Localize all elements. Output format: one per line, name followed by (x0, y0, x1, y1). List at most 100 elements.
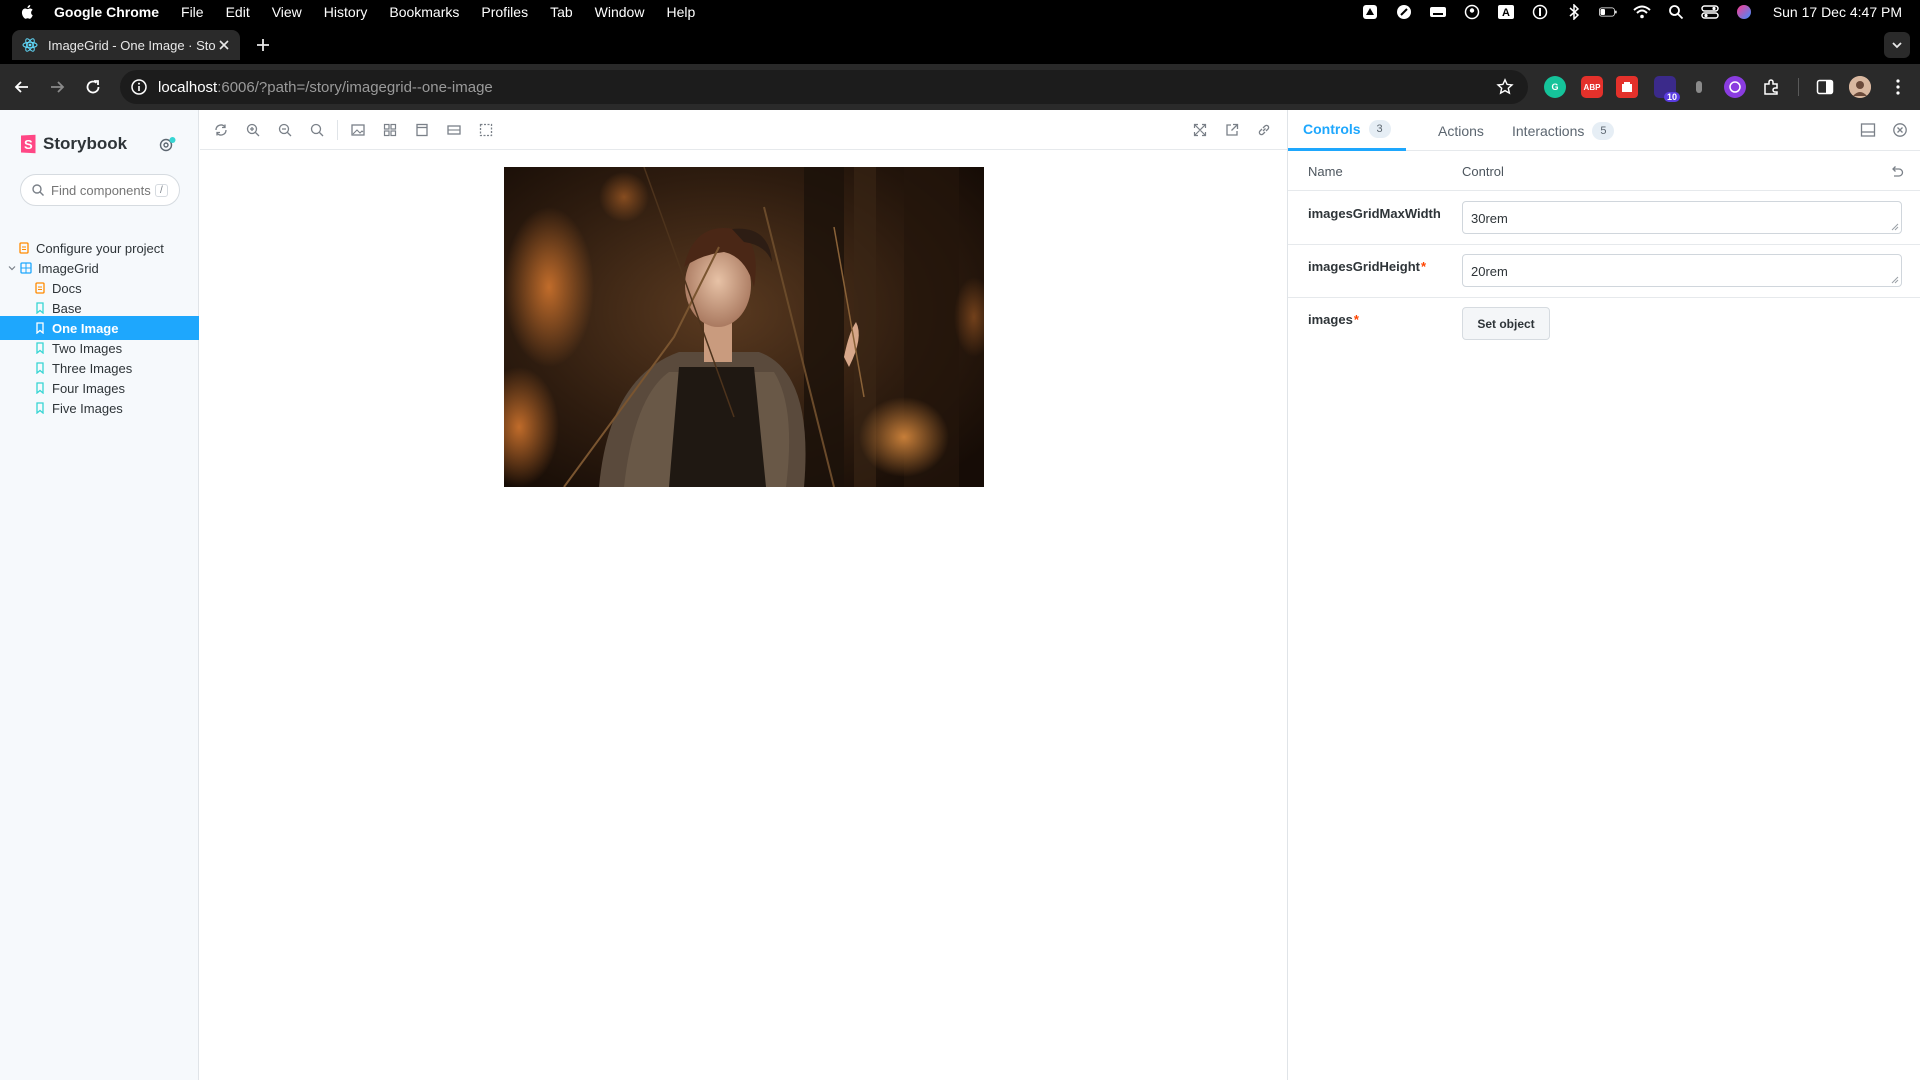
photo-icon (351, 124, 365, 136)
brand-name: Storybook (43, 134, 128, 153)
input-source-icon[interactable]: A (1497, 4, 1515, 20)
preview-toolbar (200, 110, 1287, 150)
menu-file[interactable]: File (181, 4, 204, 20)
siri-icon[interactable] (1735, 4, 1753, 20)
required-marker: * (1353, 312, 1359, 327)
arrow-right-icon (51, 81, 65, 93)
zoom-reset-button[interactable] (308, 121, 326, 139)
reload-button[interactable] (83, 77, 103, 97)
tab-controls[interactable]: Controls 3 (1288, 110, 1406, 151)
tab-search-button[interactable] (1884, 32, 1910, 58)
purple-extension-icon[interactable] (1724, 76, 1746, 98)
menu-history[interactable]: History (324, 4, 368, 20)
spotlight-search-icon[interactable] (1667, 4, 1685, 20)
grammarly-extension-icon[interactable]: G (1544, 76, 1566, 98)
url-path: :6006/?path=/story/imagegrid--one-image (217, 78, 493, 96)
wifi-icon[interactable] (1633, 4, 1651, 20)
menu-bookmarks[interactable]: Bookmarks (389, 4, 459, 20)
fullscreen-button[interactable] (1191, 121, 1209, 139)
menu-profiles[interactable]: Profiles (481, 4, 528, 20)
arrow-left-icon (14, 81, 28, 93)
control-center-icon[interactable] (1701, 4, 1719, 20)
close-tab-icon[interactable] (216, 37, 232, 53)
open-new-tab-button[interactable] (1223, 121, 1241, 139)
site-info-icon[interactable] (130, 78, 148, 96)
sidebar-item-label: Three Images (52, 360, 133, 376)
red-extension-icon[interactable] (1616, 76, 1638, 98)
control-row-height: imagesGridHeight* 20rem (1288, 245, 1920, 298)
grey-extension-icon[interactable] (1688, 76, 1710, 98)
controls-table-header: Name Control (1288, 151, 1920, 191)
user-circle-icon[interactable] (1463, 4, 1481, 20)
tab-interactions[interactable]: Interactions 5 (1500, 110, 1626, 151)
ruler-icon (447, 125, 461, 135)
story-canvas (200, 150, 1287, 1080)
password-manager-icon[interactable] (1531, 4, 1549, 20)
profile-avatar[interactable] (1849, 76, 1871, 98)
forward-button[interactable] (47, 77, 67, 97)
sidebar-item-label: Five Images (52, 400, 123, 416)
sidebar-item-five-images[interactable]: Five Images (0, 396, 199, 420)
remount-button[interactable] (212, 121, 230, 139)
menu-window[interactable]: Window (595, 4, 645, 20)
viewport-button[interactable] (413, 121, 431, 139)
bluetooth-icon[interactable] (1565, 4, 1583, 20)
tab-title: ImageGrid - One Image · Sto (48, 37, 216, 53)
reset-controls-icon[interactable] (1889, 163, 1905, 179)
settings-icon[interactable] (158, 136, 176, 154)
drive-icon[interactable] (1361, 4, 1379, 20)
sidebar-item-label: Base (52, 300, 82, 316)
feather-icon[interactable] (1395, 4, 1413, 20)
apple-logo-icon[interactable] (18, 3, 36, 21)
control-name-text: images (1308, 312, 1353, 327)
bookmark-star-icon[interactable] (1496, 78, 1514, 96)
grid-button[interactable] (381, 121, 399, 139)
panel-layout-icon[interactable] (1860, 122, 1876, 138)
keyboard-icon[interactable] (1429, 4, 1447, 20)
outline-button[interactable] (477, 121, 495, 139)
set-object-button[interactable]: Set object (1462, 307, 1550, 340)
battery-icon[interactable] (1598, 4, 1617, 20)
resize-grip-icon[interactable] (1891, 223, 1899, 231)
max-width-input[interactable]: 30rem (1462, 201, 1902, 234)
storybook-brand[interactable]: S Storybook (20, 134, 127, 154)
story-image (504, 167, 984, 487)
column-name-header: Name (1308, 164, 1343, 179)
menu-tab[interactable]: Tab (550, 4, 573, 20)
height-input[interactable]: 20rem (1462, 254, 1902, 287)
column-control-header: Control (1462, 164, 1504, 179)
adblock-extension-icon[interactable]: ABP (1581, 76, 1603, 98)
menu-edit[interactable]: Edit (226, 4, 250, 20)
extensions-puzzle-icon[interactable] (1760, 76, 1782, 98)
chrome-menu-icon[interactable] (1887, 76, 1909, 98)
background-button[interactable] (349, 121, 367, 139)
menu-app-name[interactable]: Google Chrome (54, 4, 159, 20)
tab-label: Controls (1303, 121, 1361, 137)
menu-help[interactable]: Help (666, 4, 695, 20)
back-button[interactable] (12, 77, 32, 97)
copy-link-button[interactable] (1255, 121, 1273, 139)
storybook-sidebar: S Storybook / Configure your project Ima… (0, 110, 199, 1080)
new-tab-icon[interactable] (254, 36, 272, 54)
sidebar-item-label: Two Images (52, 340, 123, 356)
menu-clock[interactable]: Sun 17 Dec 4:47 PM (1773, 4, 1902, 20)
extension-with-badge-icon[interactable]: 10 (1654, 76, 1680, 102)
zoom-in-button[interactable] (244, 121, 262, 139)
search-box[interactable]: / (20, 174, 180, 206)
resize-grip-icon[interactable] (1891, 276, 1899, 284)
bookmark-story-icon (36, 302, 44, 314)
search-input[interactable] (51, 182, 155, 198)
bookmark-story-icon (36, 382, 44, 394)
tab-actions[interactable]: Actions (1426, 110, 1496, 151)
sidebar-item-label: Configure your project (36, 240, 164, 256)
search-shortcut-hint: / (155, 183, 168, 197)
side-panel-icon[interactable] (1814, 76, 1836, 98)
close-panel-icon[interactable] (1892, 122, 1908, 138)
sidebar-item-label: Docs (52, 280, 82, 296)
measure-button[interactable] (445, 121, 463, 139)
address-bar[interactable]: localhost:6006/?path=/story/imagegrid--o… (120, 70, 1528, 104)
browser-tab[interactable]: ImageGrid - One Image · Sto (12, 30, 240, 60)
storybook-logo-icon: S (21, 134, 36, 154)
zoom-out-button[interactable] (276, 121, 294, 139)
menu-view[interactable]: View (272, 4, 302, 20)
